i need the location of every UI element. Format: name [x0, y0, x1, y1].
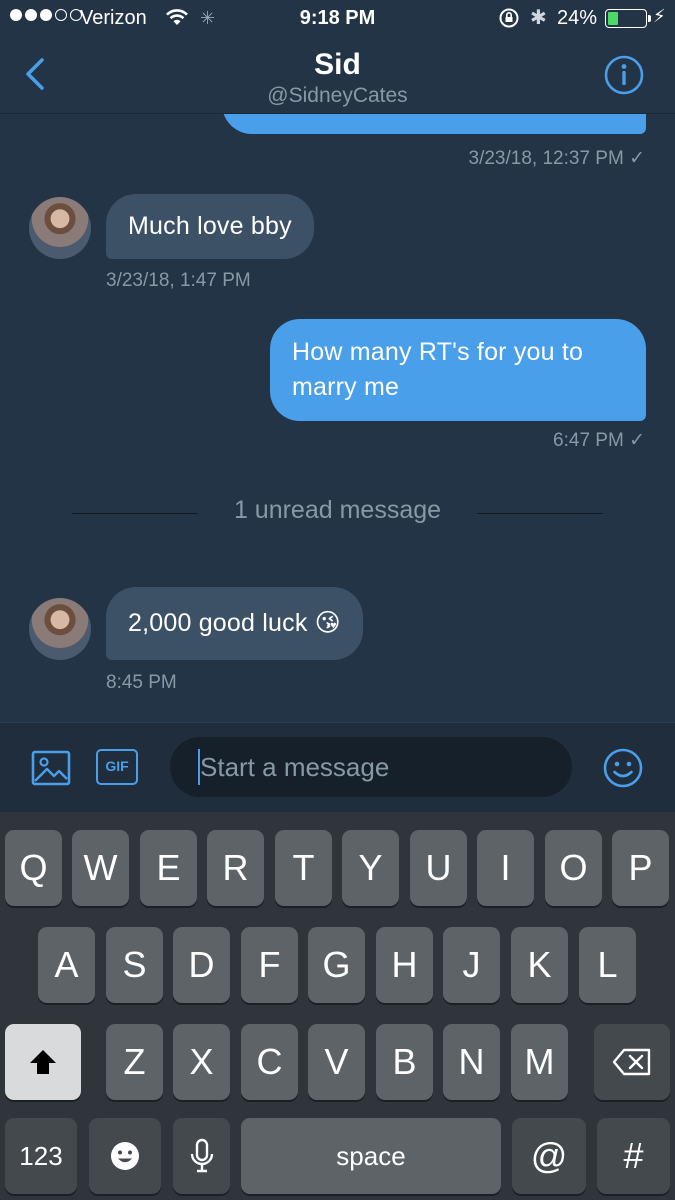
key-p[interactable]: P: [612, 830, 669, 906]
message-bubble-outgoing[interactable]: [222, 114, 646, 134]
key-h[interactable]: H: [376, 927, 433, 1003]
backspace-icon: [612, 1048, 651, 1076]
key-e[interactable]: E: [140, 830, 197, 906]
key-o[interactable]: O: [545, 830, 602, 906]
message-bubble-incoming[interactable]: 2,000 good luck 😘: [106, 587, 363, 660]
numbers-key[interactable]: 123: [5, 1118, 77, 1194]
charging-bolt-icon: ⚡: [653, 6, 666, 26]
avatar[interactable]: [29, 598, 91, 660]
keyboard: Q W E R T Y U I O P A S D F G H J K L Z …: [0, 812, 675, 1200]
key-s[interactable]: S: [106, 927, 163, 1003]
key-a[interactable]: A: [38, 927, 95, 1003]
emoji-button[interactable]: [602, 747, 644, 789]
info-button[interactable]: [603, 54, 645, 96]
key-f[interactable]: F: [241, 927, 298, 1003]
unread-divider: 1 unread message: [233, 496, 442, 524]
key-b[interactable]: B: [376, 1024, 433, 1100]
rotation-lock-icon: [499, 8, 519, 28]
message-timestamp: 6:47 PM ✓: [553, 430, 645, 451]
key-z[interactable]: Z: [106, 1024, 163, 1100]
contact-handle: @SidneyCates: [267, 84, 408, 107]
shift-key[interactable]: [5, 1024, 81, 1100]
avatar[interactable]: [29, 197, 91, 259]
battery-icon: [605, 9, 651, 28]
message-text: Much love bby: [128, 212, 292, 240]
gif-button[interactable]: GIF: [96, 749, 138, 785]
key-k[interactable]: K: [511, 927, 568, 1003]
message-text: How many RT's for you to marry me: [292, 338, 584, 401]
key-t[interactable]: T: [275, 830, 332, 906]
key-y[interactable]: Y: [342, 830, 399, 906]
key-g[interactable]: G: [308, 927, 365, 1003]
backspace-key[interactable]: [594, 1024, 670, 1100]
key-n[interactable]: N: [443, 1024, 500, 1100]
message-timestamp: 8:45 PM: [106, 672, 177, 693]
bluetooth-icon: ✱: [530, 7, 547, 29]
hash-key[interactable]: #: [597, 1118, 670, 1194]
text-cursor: [198, 749, 200, 785]
image-icon: [31, 750, 71, 786]
space-key[interactable]: space: [241, 1118, 501, 1194]
conversation-header: Sid @SidneyCates: [0, 38, 675, 114]
message-input[interactable]: [170, 737, 572, 797]
key-w[interactable]: W: [72, 830, 129, 906]
message-timestamp: 3/23/18, 12:37 PM ✓: [468, 148, 645, 169]
message-text: 2,000 good luck 😘: [128, 609, 341, 637]
shift-icon: [30, 1050, 56, 1074]
key-d[interactable]: D: [173, 927, 230, 1003]
message-composer: GIF: [0, 722, 675, 812]
emoji-icon: [111, 1142, 139, 1170]
key-q[interactable]: Q: [5, 830, 62, 906]
status-bar: Verizon ✳ 9:18 PM ✱ 24% ⚡: [0, 0, 675, 38]
message-timestamp: 3/23/18, 1:47 PM: [106, 270, 251, 291]
key-l[interactable]: L: [579, 927, 636, 1003]
battery-percent: 24%: [557, 7, 598, 29]
info-icon: [604, 55, 644, 95]
key-u[interactable]: U: [410, 830, 467, 906]
key-x[interactable]: X: [173, 1024, 230, 1100]
at-key[interactable]: @: [512, 1118, 586, 1194]
message-list[interactable]: 3/23/18, 12:37 PM ✓ Much love bby 3/23/1…: [0, 114, 675, 722]
key-r[interactable]: R: [207, 830, 264, 906]
key-i[interactable]: I: [477, 830, 534, 906]
message-bubble-incoming[interactable]: Much love bby: [106, 194, 314, 259]
gif-label: GIF: [105, 758, 129, 774]
microphone-icon: [190, 1138, 213, 1173]
dictation-key[interactable]: [173, 1118, 230, 1194]
dm-conversation-screen: Verizon ✳ 9:18 PM ✱ 24% ⚡ Sid @SidneyCat…: [0, 0, 675, 1200]
key-c[interactable]: C: [241, 1024, 298, 1100]
message-bubble-outgoing[interactable]: How many RT's for you to marry me: [270, 319, 646, 421]
key-j[interactable]: J: [443, 927, 500, 1003]
contact-name: Sid: [314, 48, 361, 81]
add-image-button[interactable]: [30, 747, 72, 789]
unread-divider-line: [477, 513, 603, 514]
emoji-key[interactable]: [89, 1118, 161, 1194]
smiley-icon: [603, 748, 643, 788]
key-v[interactable]: V: [308, 1024, 365, 1100]
key-m[interactable]: M: [511, 1024, 568, 1100]
